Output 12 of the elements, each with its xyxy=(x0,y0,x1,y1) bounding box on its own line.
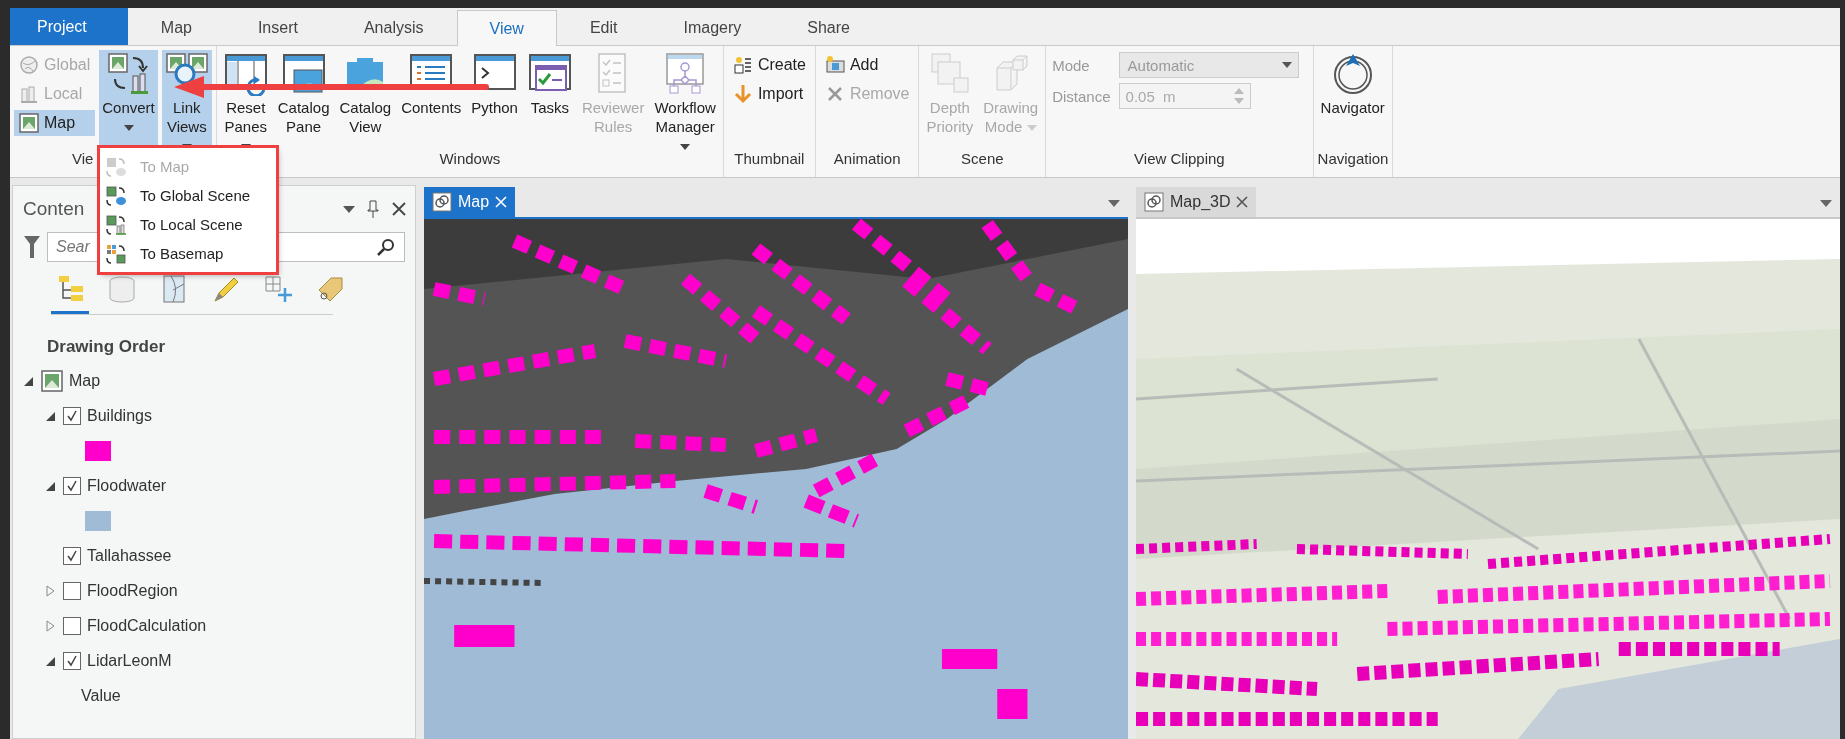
group-label: Scene xyxy=(961,150,1004,169)
legend-heading: Value xyxy=(81,686,121,705)
field-label: Mode xyxy=(1052,56,1091,74)
group-label: Navigation xyxy=(1317,150,1389,169)
group-label: Animation xyxy=(833,150,901,169)
field-label: Distance xyxy=(1052,87,1111,105)
group-label: Thumbnail xyxy=(734,150,805,169)
section-heading: Drawing Order xyxy=(47,337,167,357)
group-label: Windows xyxy=(439,150,501,169)
pane-title: Conten xyxy=(23,198,86,220)
group-label: View Clipping xyxy=(1134,150,1225,169)
group-label: Vie xyxy=(72,150,94,169)
